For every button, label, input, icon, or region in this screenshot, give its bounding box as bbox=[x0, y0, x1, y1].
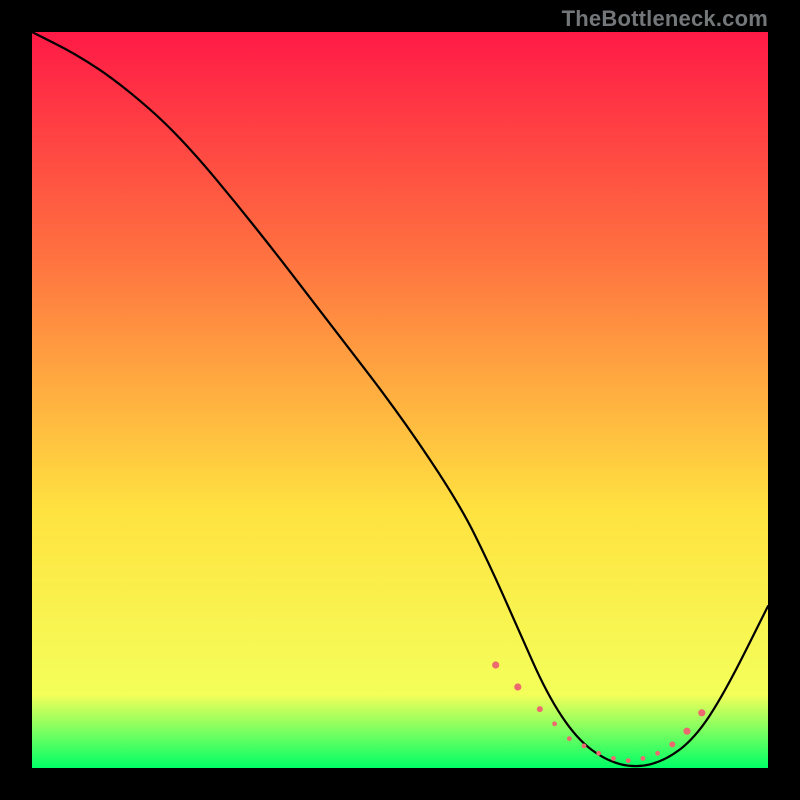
gradient-background bbox=[32, 32, 768, 768]
highlight-marker bbox=[514, 683, 521, 690]
highlight-marker bbox=[611, 756, 616, 761]
highlight-marker bbox=[596, 751, 601, 756]
highlight-marker bbox=[626, 758, 631, 763]
highlight-marker bbox=[492, 661, 499, 668]
highlight-marker bbox=[582, 744, 587, 749]
highlight-marker bbox=[552, 721, 557, 726]
bottleneck-chart bbox=[32, 32, 768, 768]
watermark-text: TheBottleneck.com bbox=[562, 6, 768, 32]
chart-frame bbox=[32, 32, 768, 768]
highlight-marker bbox=[567, 736, 572, 741]
highlight-marker bbox=[537, 706, 543, 712]
highlight-marker bbox=[683, 728, 690, 735]
highlight-marker bbox=[641, 756, 646, 761]
highlight-marker bbox=[655, 751, 660, 756]
highlight-marker bbox=[698, 709, 705, 716]
highlight-marker bbox=[669, 741, 675, 747]
